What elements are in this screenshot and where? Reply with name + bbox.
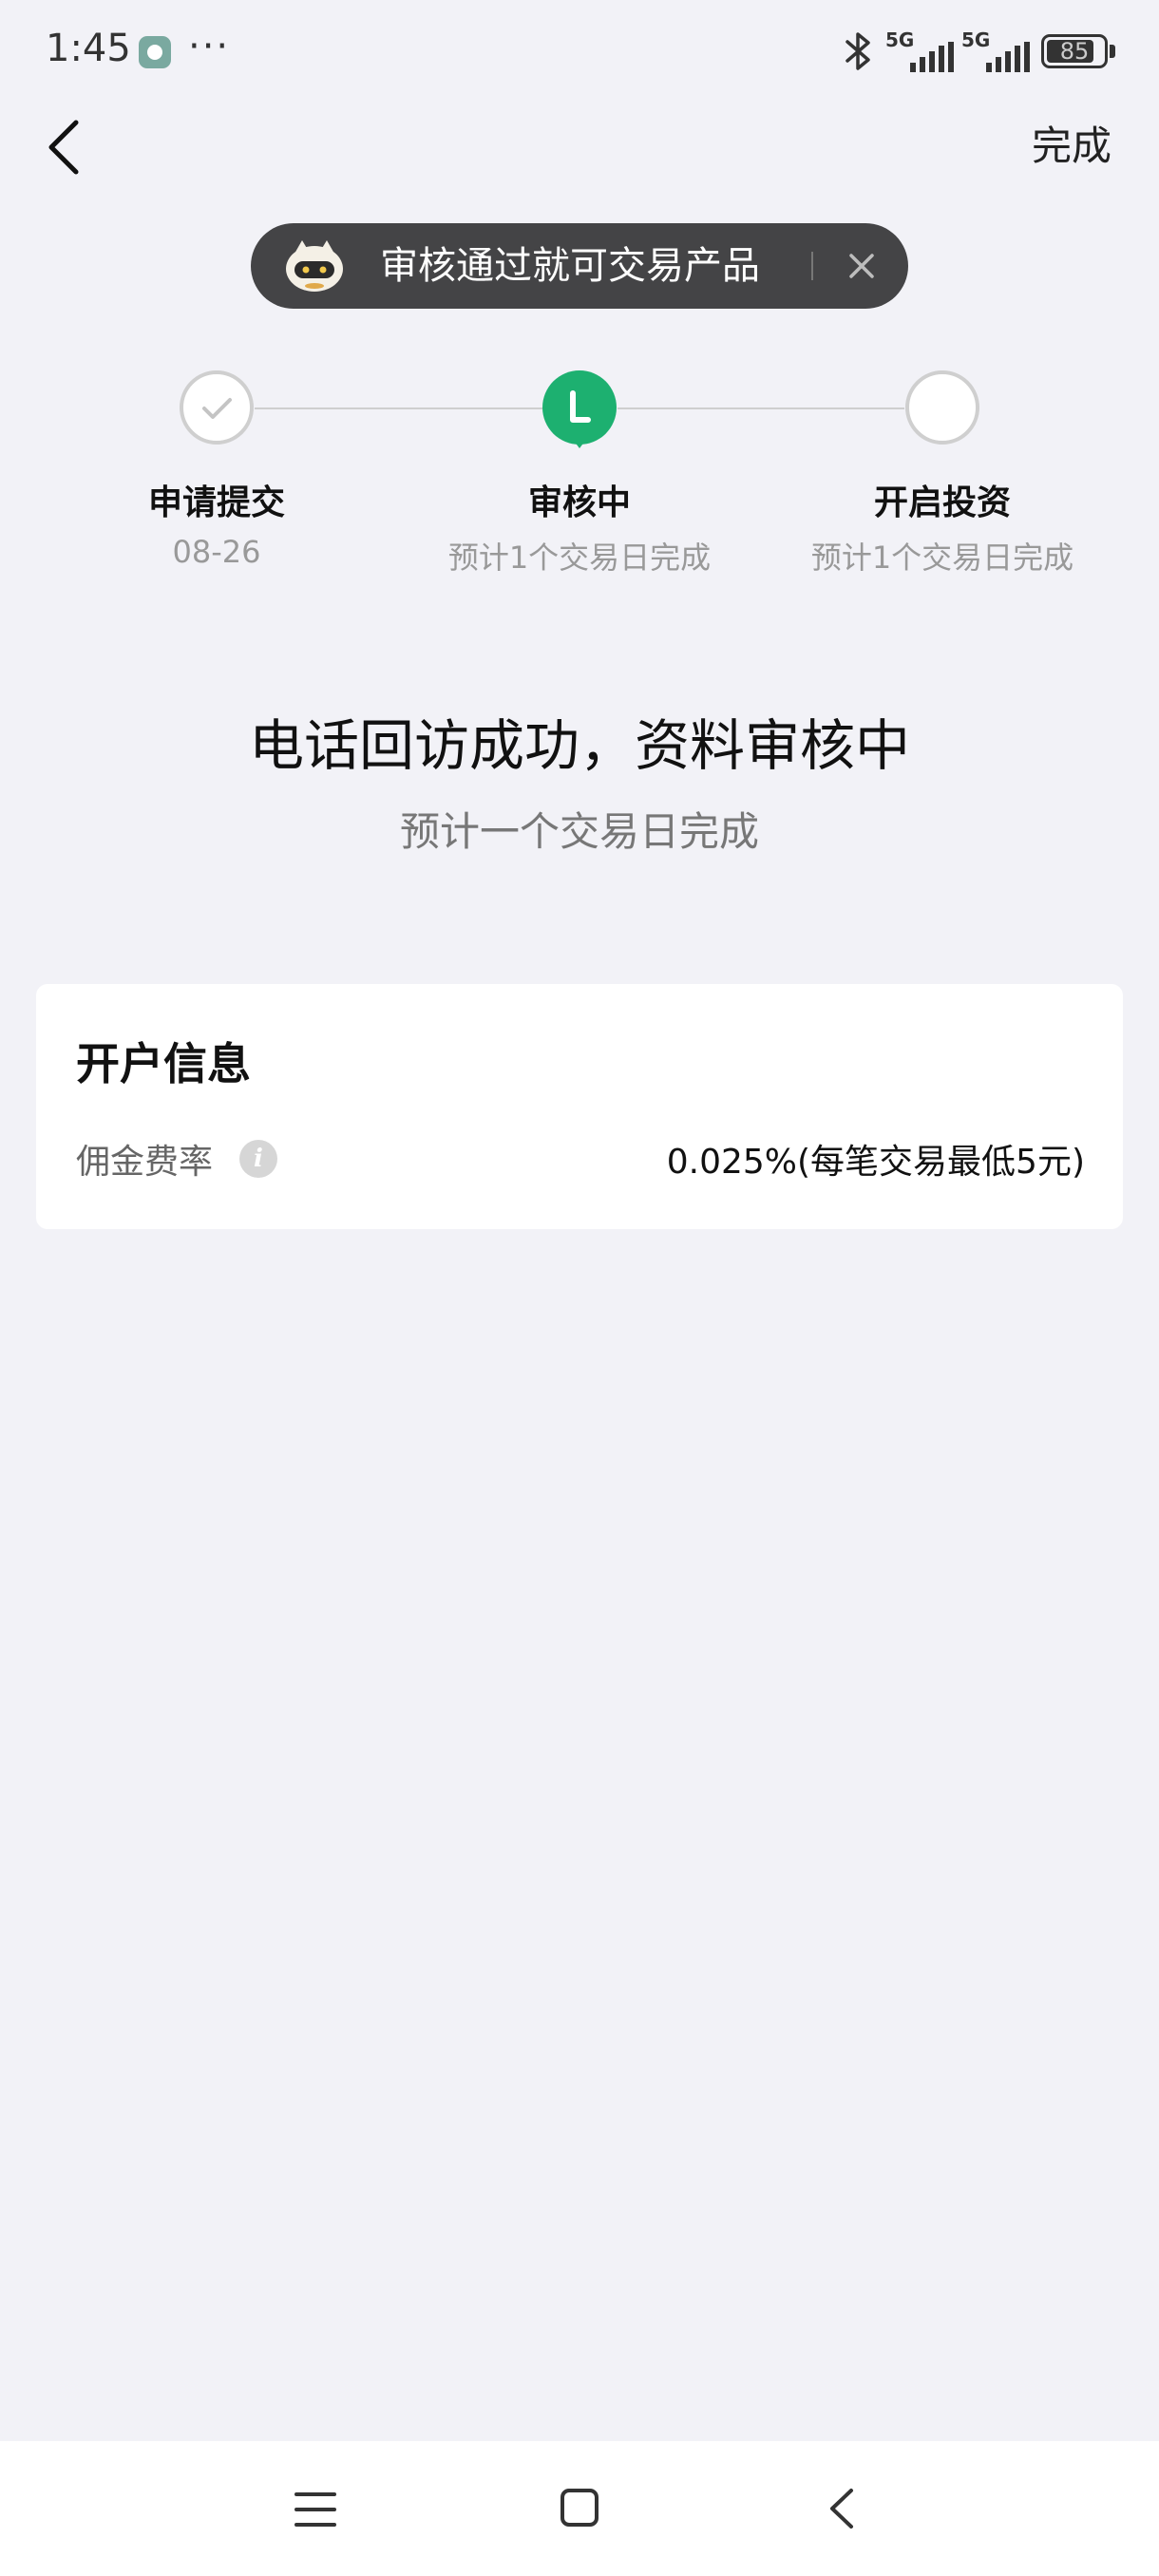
menu-icon[interactable] (294, 2489, 336, 2530)
info-toast: 审核通过就可交易产品 (251, 223, 908, 309)
status-title: 电话回访成功，资料审核中 (248, 713, 910, 778)
step-active-circle (542, 370, 617, 445)
in-progress-icon (570, 390, 591, 423)
step-title: 申请提交 (147, 483, 285, 522)
signal-5g-1: 5G (885, 28, 954, 72)
step-title: 开启投资 (873, 483, 1011, 522)
step-active-pointer (571, 437, 588, 448)
done-button[interactable]: 完成 (1032, 114, 1112, 172)
status-subtitle: 预计一个交易日完成 (399, 808, 759, 855)
status-bar: 1:45 ··· 5G 5G 85 (0, 0, 1159, 104)
info-icon[interactable]: i (239, 1140, 277, 1178)
step-subtitle: 预计1个交易日完成 (447, 540, 712, 576)
step-pending-circle (905, 370, 979, 445)
commission-label: 佣金费率 (76, 1143, 214, 1182)
toast-text: 审核通过就可交易产品 (380, 244, 760, 288)
step-subtitle: 预计1个交易日完成 (810, 540, 1074, 576)
bluetooth-icon (846, 32, 870, 70)
step-title: 审核中 (527, 483, 631, 522)
battery-level: 85 (1059, 38, 1090, 65)
battery-cap (1110, 45, 1115, 58)
more-notifications-icon: ··· (188, 25, 231, 68)
commission-value: 0.025%(每笔交易最低5元) (666, 1143, 1085, 1182)
step-subtitle: 08-26 (172, 534, 261, 570)
battery-icon: 85 (1041, 34, 1108, 68)
app-notification-icon (139, 36, 171, 68)
account-info-card: 开户信息 佣金费率 i 0.025%(每笔交易最低5元) (36, 984, 1123, 1229)
signal-bars-icon (910, 42, 954, 72)
signal-bars-icon (986, 42, 1030, 72)
status-time: 1:45 (46, 27, 131, 70)
step-done-circle (180, 370, 254, 445)
stepper-connector-2 (618, 407, 904, 409)
card-title: 开户信息 (76, 1038, 251, 1089)
back-button[interactable] (38, 109, 95, 185)
system-nav-bar (0, 2441, 1159, 2576)
close-icon[interactable] (838, 242, 885, 290)
signal-5g-2: 5G (961, 28, 1030, 72)
stepper-connector-1 (255, 407, 551, 409)
robot-mascot-icon (286, 240, 343, 292)
toast-divider (811, 252, 813, 280)
check-icon (202, 398, 232, 419)
home-icon[interactable] (559, 2487, 600, 2529)
nav-back-icon[interactable] (821, 2485, 863, 2532)
